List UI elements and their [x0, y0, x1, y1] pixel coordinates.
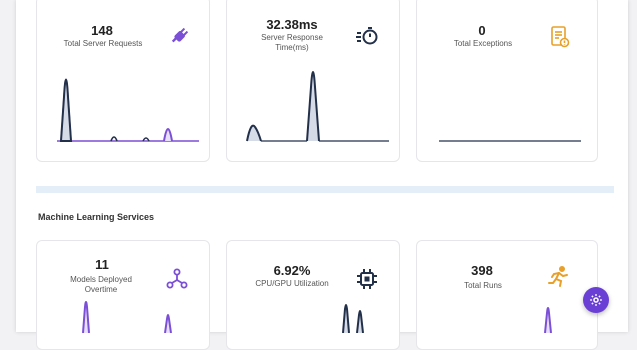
metric-value: 6.92%: [273, 263, 311, 278]
metric-value: 11: [95, 257, 109, 272]
network-icon: [166, 268, 188, 289]
metric-label: Models Deployed Overtime: [70, 275, 132, 294]
metric-label: CPU/GPU Utilization: [255, 279, 329, 288]
sparkline-exceptions: [439, 140, 581, 142]
sparkline-models-deployed: [82, 301, 172, 333]
metric-card-server-requests: 148 Total Server Requests: [36, 0, 210, 162]
sparkline-server-requests: [57, 78, 199, 142]
plug-icon: [171, 27, 189, 43]
sparkline-response-time: [246, 71, 389, 142]
runner-icon: [548, 266, 568, 287]
stopwatch-icon: [356, 27, 378, 45]
section-title-ml-services: Machine Learning Services: [38, 212, 155, 222]
metric-card-response-time: 32.38ms Server Response Time(ms): [226, 0, 400, 162]
metric-label: Server Response Time(ms): [261, 33, 323, 52]
metric-card-models-deployed: 11 Models Deployed Overtime: [36, 240, 210, 350]
metric-value: 148: [91, 23, 113, 38]
chip-icon: [357, 269, 377, 289]
metric-card-exceptions: 0 Total Exceptions: [416, 0, 598, 162]
metric-card-cpu-gpu: 6.92% CPU/GPU Utilization: [226, 240, 400, 350]
document-warning-icon: [551, 26, 570, 48]
dashboard-page: 148 Total Server Requests 32.38ms Server…: [16, 0, 628, 350]
metric-label: Total Server Requests: [63, 39, 143, 48]
metric-label: Total Exceptions: [453, 39, 513, 48]
sparkline-total-runs: [544, 307, 552, 333]
metric-label: Total Runs: [464, 281, 502, 290]
metric-value: 0: [478, 23, 486, 38]
settings-gear-icon: [590, 294, 602, 306]
section-divider: [36, 186, 614, 193]
settings-fab-button[interactable]: [583, 287, 609, 313]
sparkline-cpu-gpu: [342, 304, 364, 333]
metric-value: 32.38ms: [266, 17, 318, 32]
metric-card-total-runs: 398 Total Runs: [416, 240, 598, 350]
metric-value: 398: [471, 263, 493, 278]
